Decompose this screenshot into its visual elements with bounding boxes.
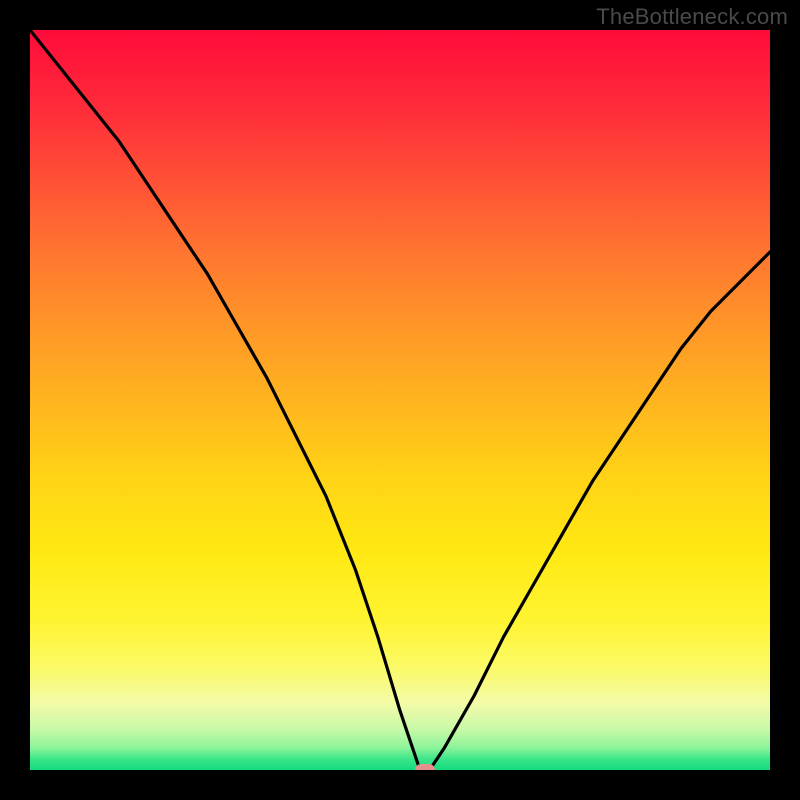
chart-frame: TheBottleneck.com (0, 0, 800, 800)
watermark-text: TheBottleneck.com (596, 4, 788, 30)
plot-area (30, 30, 770, 770)
bottleneck-curve (30, 30, 770, 770)
minimum-marker (415, 764, 435, 770)
